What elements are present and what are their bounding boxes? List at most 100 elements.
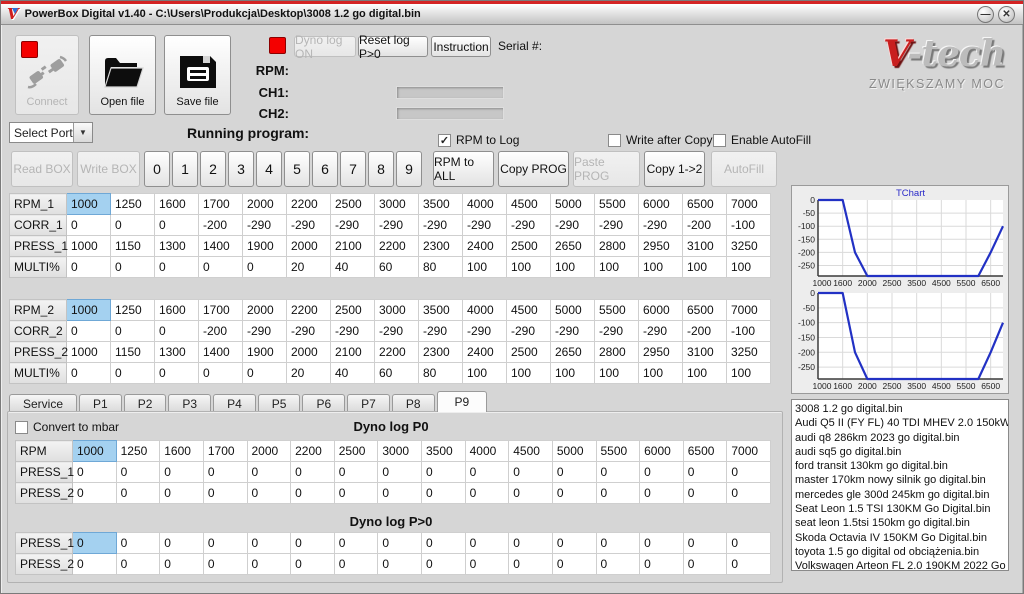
cell-PRESS_1-1[interactable]: 1150 — [110, 235, 155, 257]
cell-RPM_2-8[interactable]: 3500 — [418, 299, 463, 321]
cell-RPM-7[interactable]: 3000 — [377, 440, 422, 462]
chevron-down-icon[interactable]: ▼ — [73, 123, 92, 142]
cell-CORR_1-0[interactable]: 0 — [66, 214, 111, 236]
cell-CORR_2-4[interactable]: -290 — [242, 320, 287, 342]
cell-RPM_1-9[interactable]: 4000 — [462, 193, 507, 215]
checkbox-box[interactable] — [713, 133, 726, 147]
tab-p8[interactable]: P8 — [391, 394, 435, 412]
cell-RPM-10[interactable]: 4500 — [508, 440, 553, 462]
cell-RPM_1-0[interactable]: 1000 — [66, 193, 111, 215]
cell-PRESS_1-8[interactable]: 0 — [421, 461, 466, 483]
cell-PRESS_1-3[interactable]: 0 — [202, 461, 248, 483]
cell-PRESS_1-4[interactable]: 1900 — [242, 235, 287, 257]
cell-PRESS_1-8[interactable]: 0 — [421, 532, 466, 554]
cell-CORR_1-13[interactable]: -290 — [638, 214, 683, 236]
file-list-item[interactable]: mercedes gle 300d 245km go digital.bin — [795, 488, 1008, 502]
cell-RPM-5[interactable]: 2200 — [290, 440, 335, 462]
cell-PRESS_1-5[interactable]: 0 — [290, 532, 335, 554]
cell-PRESS_1-3[interactable]: 1400 — [198, 235, 243, 257]
cell-RPM_2-15[interactable]: 7000 — [726, 299, 771, 321]
cell-CORR_2-9[interactable]: -290 — [462, 320, 507, 342]
file-list-item[interactable]: ford transit 130km go digital.bin — [795, 459, 1008, 473]
cell-CORR_2-13[interactable]: -290 — [638, 320, 683, 342]
cell-PRESS_1-15[interactable]: 0 — [726, 532, 771, 554]
cell-PRESS_2-2[interactable]: 0 — [159, 553, 204, 575]
bin-file-list[interactable]: 3008 1.2 go digital.bin Audi Q5 II (FY FL… — [791, 399, 1009, 571]
file-list-item[interactable]: Audi Q5 II (FY FL) 40 TDI MHEV 2.0 150kW… — [795, 416, 1008, 430]
cell-PRESS_1-12[interactable]: 2800 — [594, 235, 639, 257]
cell-PRESS_1-6[interactable]: 0 — [333, 532, 379, 554]
cell-RPM-1[interactable]: 1250 — [115, 440, 161, 462]
cell-RPM_2-11[interactable]: 5000 — [550, 299, 595, 321]
checkbox-box[interactable] — [608, 133, 621, 147]
cell-PRESS_2-0[interactable]: 0 — [72, 553, 117, 575]
program-digit-2[interactable]: 2 — [200, 151, 226, 187]
cell-CORR_1-1[interactable]: 0 — [110, 214, 155, 236]
tab-p5[interactable]: P5 — [257, 394, 301, 412]
cell-RPM_2-10[interactable]: 4500 — [506, 299, 551, 321]
connect-button[interactable]: Connect — [15, 35, 79, 115]
cell-PRESS_2-13[interactable]: 2950 — [638, 341, 683, 363]
cell-PRESS_1-7[interactable]: 0 — [377, 532, 422, 554]
cell-RPM_2-5[interactable]: 2200 — [286, 299, 331, 321]
cell-RPM_2-0[interactable]: 1000 — [66, 299, 111, 321]
cell-MULTI%-1[interactable]: 0 — [110, 256, 155, 278]
cell-MULTI%-8[interactable]: 80 — [418, 256, 463, 278]
write-box-button[interactable]: Write BOX — [77, 151, 140, 187]
file-list-item[interactable]: audi sq5 go digital.bin — [795, 445, 1008, 459]
cell-RPM_2-2[interactable]: 1600 — [154, 299, 199, 321]
cell-PRESS_1-9[interactable]: 0 — [464, 532, 510, 554]
tab-p4[interactable]: P4 — [213, 394, 256, 412]
program-digit-0[interactable]: 0 — [144, 151, 170, 187]
cell-RPM_1-1[interactable]: 1250 — [110, 193, 155, 215]
cell-MULTI%-6[interactable]: 40 — [330, 362, 375, 384]
cell-MULTI%-9[interactable]: 100 — [462, 362, 507, 384]
read-box-button[interactable]: Read BOX — [11, 151, 73, 187]
cell-MULTI%-4[interactable]: 0 — [242, 362, 287, 384]
cell-PRESS_2-3[interactable]: 1400 — [198, 341, 243, 363]
cell-CORR_2-15[interactable]: -100 — [726, 320, 771, 342]
cell-PRESS_1-9[interactable]: 0 — [464, 461, 510, 483]
autofill-button[interactable]: AutoFill — [711, 151, 777, 187]
program-digit-6[interactable]: 6 — [312, 151, 338, 187]
paste-prog-button[interactable]: Paste PROG — [573, 151, 640, 187]
cell-PRESS_2-5[interactable]: 0 — [290, 553, 335, 575]
program-digit-8[interactable]: 8 — [368, 151, 394, 187]
cell-PRESS_2-9[interactable]: 0 — [464, 553, 510, 575]
cell-PRESS_1-13[interactable]: 2950 — [638, 235, 683, 257]
cell-CORR_1-15[interactable]: -100 — [726, 214, 771, 236]
tab-service[interactable]: Service — [9, 394, 78, 412]
minimize-button[interactable]: — — [977, 6, 994, 23]
cell-PRESS_2-12[interactable]: 0 — [595, 482, 641, 504]
cell-PRESS_1-14[interactable]: 0 — [682, 532, 728, 554]
cell-PRESS_2-5[interactable]: 2000 — [286, 341, 331, 363]
select-port-dropdown[interactable]: Select Port ▼ — [9, 122, 93, 143]
cell-CORR_2-2[interactable]: 0 — [154, 320, 199, 342]
title-bar[interactable]: V PowerBox Digital v1.40 - C:\Users\Prod… — [1, 1, 1023, 25]
cell-CORR_1-12[interactable]: -290 — [594, 214, 639, 236]
cell-CORR_1-14[interactable]: -200 — [682, 214, 727, 236]
cell-MULTI%-6[interactable]: 40 — [330, 256, 375, 278]
cell-PRESS_2-7[interactable]: 0 — [377, 553, 422, 575]
cell-PRESS_2-13[interactable]: 0 — [639, 482, 684, 504]
cell-PRESS_1-0[interactable]: 0 — [72, 461, 117, 483]
cell-PRESS_2-5[interactable]: 0 — [290, 482, 335, 504]
dyno-log-on-button[interactable]: Dyno log ON — [294, 33, 356, 61]
cell-PRESS_2-12[interactable]: 2800 — [594, 341, 639, 363]
close-button[interactable]: ✕ — [998, 6, 1015, 23]
cell-RPM_2-12[interactable]: 5500 — [594, 299, 639, 321]
file-list-item[interactable]: seat leon 1.5tsi 150km go digital.bin — [795, 516, 1008, 530]
cell-CORR_1-11[interactable]: -290 — [550, 214, 595, 236]
cell-RPM_2-1[interactable]: 1250 — [110, 299, 155, 321]
cell-PRESS_1-7[interactable]: 0 — [377, 461, 422, 483]
cell-CORR_2-1[interactable]: 0 — [110, 320, 155, 342]
cell-CORR_1-6[interactable]: -290 — [330, 214, 375, 236]
cell-PRESS_1-5[interactable]: 2000 — [286, 235, 331, 257]
cell-MULTI%-1[interactable]: 0 — [110, 362, 155, 384]
cell-PRESS_2-4[interactable]: 0 — [246, 482, 292, 504]
cell-PRESS_2-4[interactable]: 0 — [246, 553, 292, 575]
tab-p6[interactable]: P6 — [302, 394, 346, 412]
save-file-button[interactable]: Save file — [164, 35, 231, 115]
instruction-button[interactable]: Instruction — [431, 36, 491, 57]
cell-PRESS_2-6[interactable]: 0 — [333, 553, 379, 575]
